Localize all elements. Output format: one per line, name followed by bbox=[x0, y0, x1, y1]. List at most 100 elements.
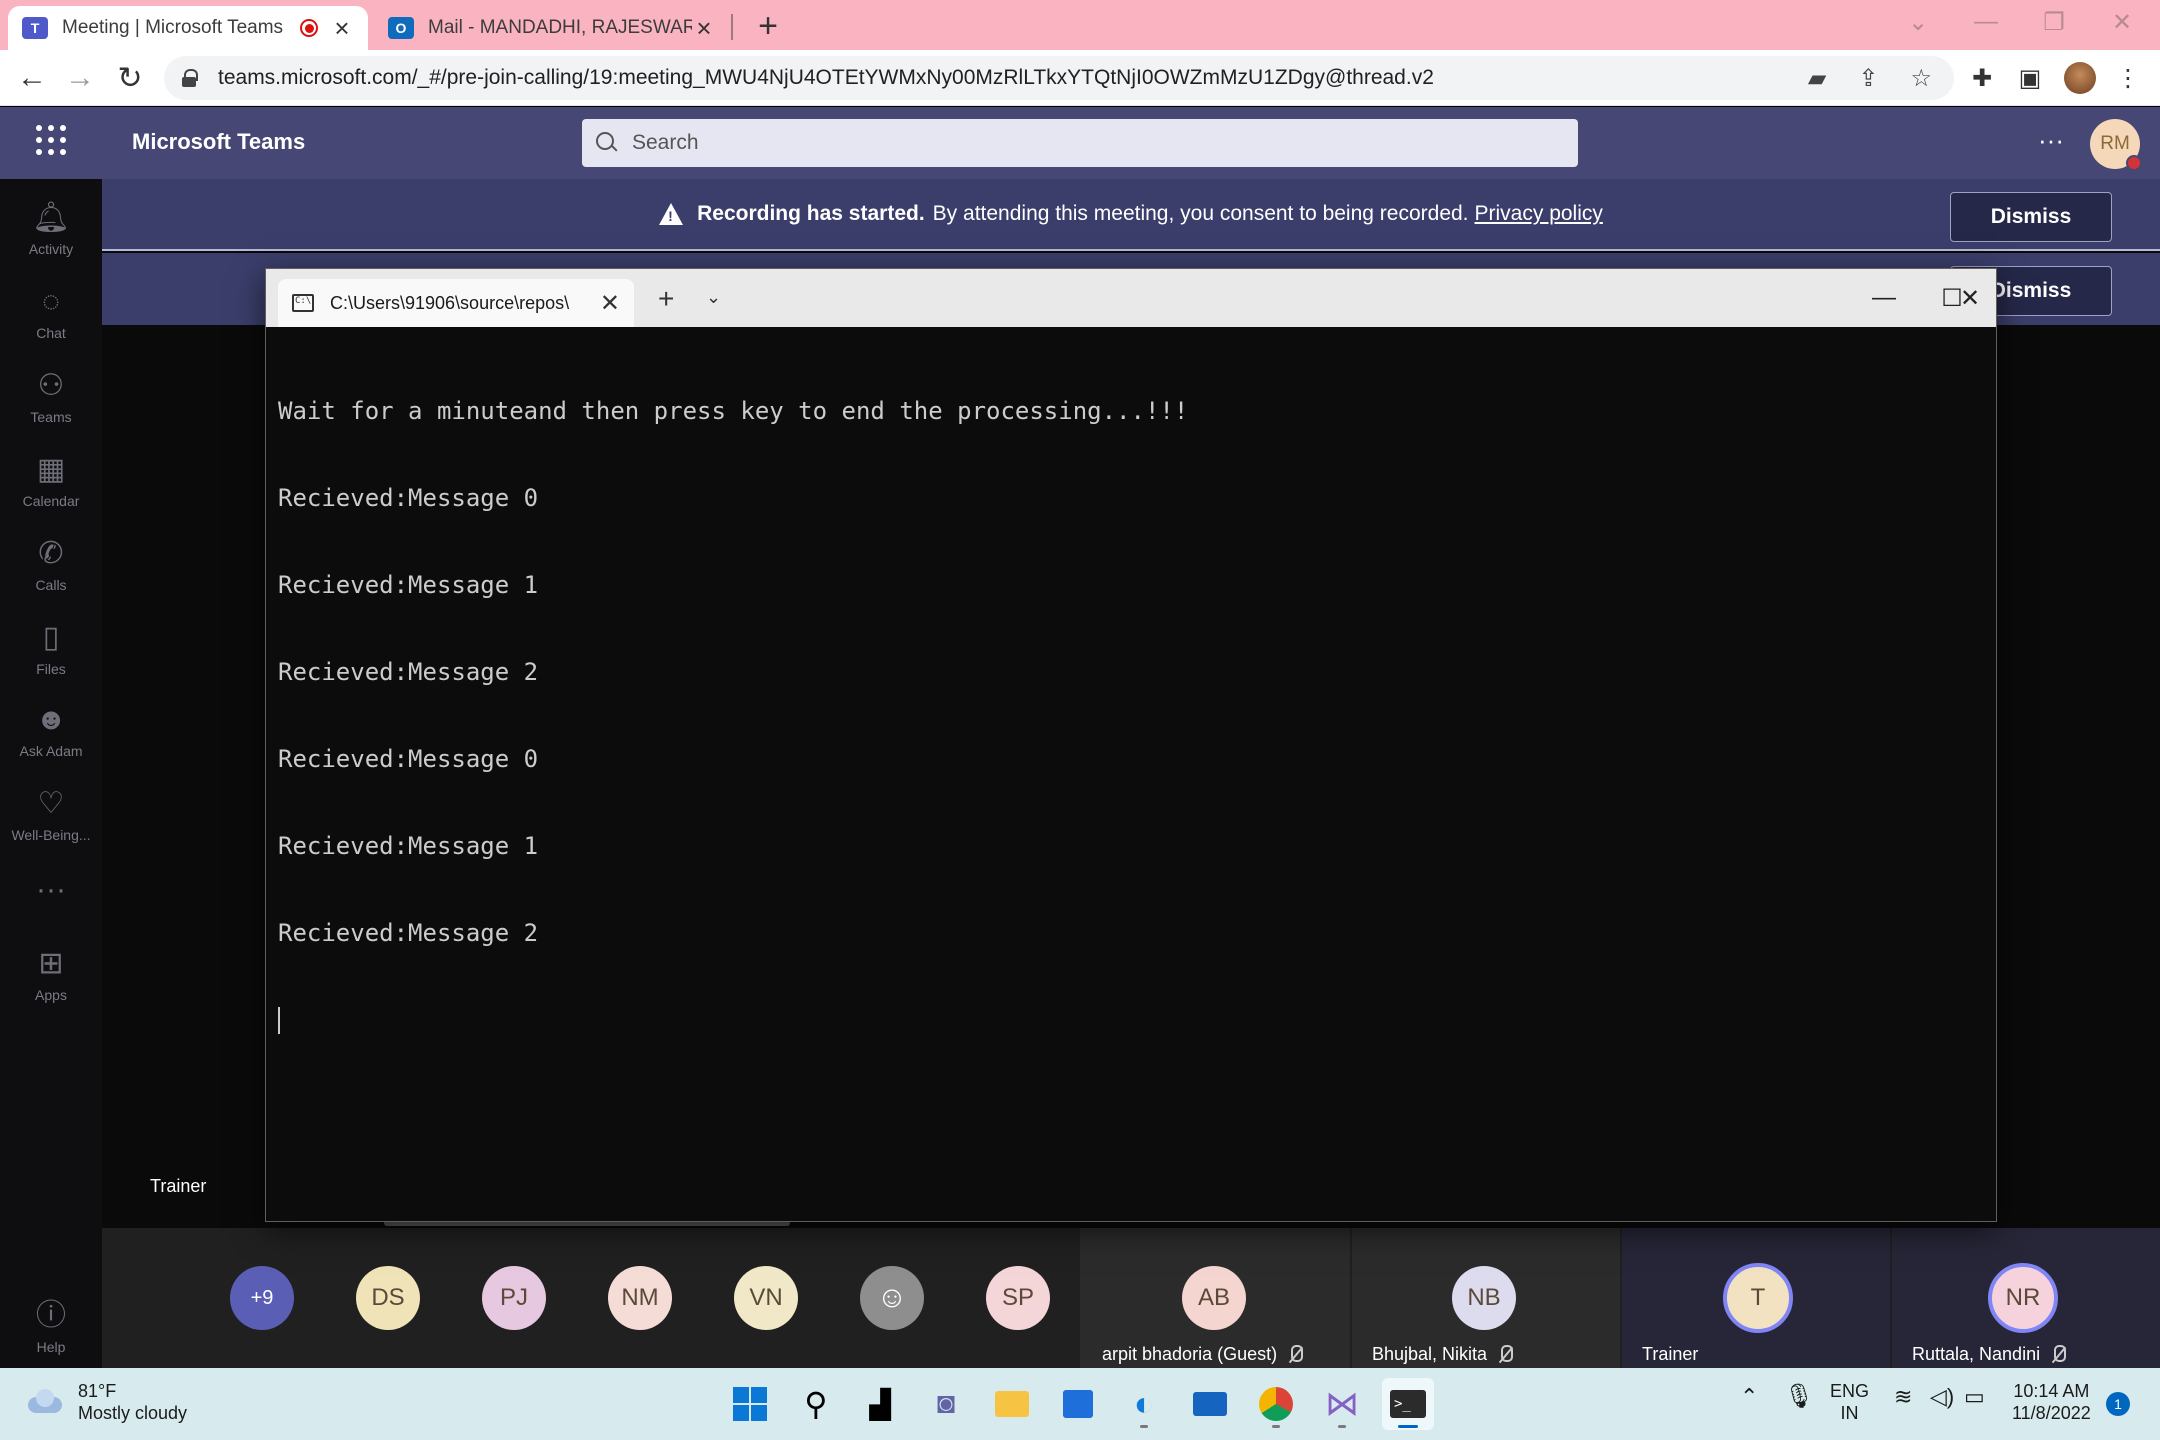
new-terminal-tab-button[interactable]: + bbox=[658, 283, 674, 315]
wifi-icon[interactable]: ≋ bbox=[1894, 1386, 1912, 1408]
mic-off-icon bbox=[1497, 1344, 1514, 1365]
terminal-taskbar-button[interactable]: >_ bbox=[1382, 1378, 1434, 1430]
profile-avatar[interactable] bbox=[2064, 62, 2096, 94]
running-indicator bbox=[1140, 1425, 1148, 1428]
rail-item-chat[interactable]: ◌ Chat bbox=[0, 273, 102, 353]
teams-chat-button[interactable]: ◙ bbox=[920, 1378, 972, 1430]
close-terminal-tab-icon[interactable]: ✕ bbox=[600, 289, 620, 318]
terminal-close-button[interactable]: ✕ bbox=[1950, 281, 1990, 315]
rail-item-well-being[interactable]: ♡ Well-Being... bbox=[0, 775, 102, 855]
participant-avatar[interactable]: NM bbox=[608, 1266, 672, 1330]
more-horizontal-icon: ··· bbox=[36, 873, 66, 906]
volume-icon[interactable]: ◁) bbox=[1930, 1386, 1954, 1408]
participant-avatar[interactable]: VN bbox=[734, 1266, 798, 1330]
address-bar[interactable]: teams.microsoft.com/_#/pre-join-calling/… bbox=[164, 56, 1954, 100]
mic-off-icon bbox=[2050, 1344, 2067, 1365]
terminal-icon: >_ bbox=[1390, 1390, 1426, 1418]
language-indicator[interactable]: ENG IN bbox=[1830, 1380, 1869, 1424]
app-name: Microsoft Teams bbox=[132, 129, 306, 154]
new-tab-button[interactable]: + bbox=[748, 6, 788, 46]
chevron-down-icon[interactable]: ⌄ bbox=[706, 287, 721, 308]
reload-icon[interactable]: ↻ bbox=[108, 56, 152, 100]
search-input[interactable] bbox=[632, 131, 1532, 155]
more-options-icon[interactable]: ··· bbox=[2038, 125, 2064, 156]
dismiss-button[interactable]: Dismiss bbox=[1950, 192, 2112, 242]
visual-studio-button[interactable]: ⋈ bbox=[1316, 1378, 1368, 1430]
share-icon[interactable]: ⇪ bbox=[1858, 64, 1878, 93]
tab-outlook-mail[interactable]: O Mail - MANDADHI, RAJESWARI - × bbox=[374, 6, 730, 50]
battery-icon[interactable]: ▭ bbox=[1964, 1386, 1985, 1408]
url-text[interactable]: teams.microsoft.com/_#/pre-join-calling/… bbox=[218, 66, 1808, 90]
store-button[interactable] bbox=[1052, 1378, 1104, 1430]
name-text: Trainer bbox=[1642, 1344, 1699, 1364]
terminal-titlebar[interactable]: C:\Users\91906\source\repos\ ✕ + ⌄ — ☐ ✕ bbox=[266, 269, 1996, 327]
chrome-button[interactable] bbox=[1250, 1378, 1302, 1430]
browser-menu-icon[interactable]: ⋮ bbox=[2108, 58, 2148, 98]
lock-icon[interactable] bbox=[182, 69, 198, 87]
rail-item-calendar[interactable]: ▦ Calendar bbox=[0, 441, 102, 521]
participant-avatar-default[interactable]: ☺ bbox=[860, 1266, 924, 1330]
battery-charging-icon: ▭ bbox=[1964, 1384, 1985, 1409]
terminal-minimize-button[interactable]: — bbox=[1864, 281, 1904, 315]
tab-search-icon[interactable]: ⌄ bbox=[1884, 0, 1952, 44]
visual-studio-icon: ⋈ bbox=[1325, 1385, 1359, 1423]
notification-badge[interactable]: 1 bbox=[2106, 1392, 2130, 1416]
participant-avatar[interactable]: SP bbox=[986, 1266, 1050, 1330]
file-explorer-button[interactable] bbox=[986, 1378, 1038, 1430]
rail-item-apps[interactable]: ⊞ Apps bbox=[0, 935, 102, 1015]
participant-avatar[interactable]: PJ bbox=[482, 1266, 546, 1330]
rail-label: Apps bbox=[35, 987, 67, 1003]
restore-button[interactable]: ❐ bbox=[2020, 0, 2088, 44]
weather-widget[interactable]: 81°F Mostly cloudy bbox=[24, 1380, 187, 1424]
rail-item-help[interactable]: ⓘ Help bbox=[0, 1287, 102, 1367]
start-button[interactable] bbox=[724, 1378, 776, 1430]
edge-button[interactable]: ◐ bbox=[1118, 1378, 1170, 1430]
minimize-button[interactable]: — bbox=[1952, 0, 2020, 44]
rail-item-teams[interactable]: ⚇ Teams bbox=[0, 357, 102, 437]
phone-icon: ✆ bbox=[38, 537, 64, 570]
clock[interactable]: 10:14 AM 11/8/2022 bbox=[2012, 1380, 2091, 1424]
terminal-output[interactable]: Wait for a minuteand then press key to e… bbox=[278, 339, 1984, 1221]
participant-name: Trainer bbox=[1642, 1344, 1698, 1365]
rail-item-ask-adam[interactable]: ☻ Ask Adam bbox=[0, 691, 102, 771]
more-apps-button[interactable]: ··· bbox=[0, 851, 102, 931]
close-tab-icon[interactable]: × bbox=[692, 15, 716, 41]
microphone-icon[interactable]: 🎙︎ bbox=[1784, 1385, 1814, 1409]
chrome-icon bbox=[1259, 1387, 1293, 1421]
user-initials: RM bbox=[2100, 133, 2130, 154]
rail-item-activity[interactable]: 🔔︎ Activity bbox=[0, 189, 102, 269]
terminal-line: Recieved:Message 0 bbox=[278, 745, 539, 773]
rail-label: Help bbox=[36, 1339, 66, 1355]
side-panel-icon[interactable]: ▣ bbox=[2010, 58, 2050, 98]
search-icon: ⚲ bbox=[804, 1386, 828, 1422]
mail-button[interactable] bbox=[1184, 1378, 1236, 1430]
tab-teams-meeting[interactable]: T Meeting | Microsoft Teams × bbox=[8, 6, 368, 50]
overflow-participants-button[interactable]: +9 bbox=[230, 1266, 294, 1330]
file-icon: ▯ bbox=[42, 621, 60, 654]
terminal-window[interactable]: C:\Users\91906\source\repos\ ✕ + ⌄ — ☐ ✕… bbox=[265, 268, 1997, 1222]
rail-label: Calendar bbox=[22, 493, 80, 509]
forward-arrow-icon[interactable]: → bbox=[58, 56, 102, 100]
participant-name: Bhujbal, Nikita bbox=[1372, 1344, 1514, 1365]
extensions-puzzle-icon[interactable]: ✚ bbox=[1962, 58, 2002, 98]
app-launcher-icon[interactable] bbox=[36, 125, 66, 155]
participant-avatar[interactable]: DS bbox=[356, 1266, 420, 1330]
warning-icon bbox=[659, 203, 684, 225]
task-view-button[interactable]: ▟ bbox=[854, 1378, 906, 1430]
running-indicator bbox=[1272, 1425, 1280, 1428]
camera-icon[interactable]: ▰ bbox=[1808, 64, 1826, 93]
rail-item-calls[interactable]: ✆ Calls bbox=[0, 525, 102, 605]
search-bar[interactable] bbox=[582, 119, 1578, 167]
windows-taskbar: 81°F Mostly cloudy ⚲ ▟ ◙ ◐ ⋈ >_ ⌃ 🎙︎ ENG… bbox=[0, 1368, 2160, 1440]
bookmark-star-icon[interactable]: ☆ bbox=[1910, 64, 1932, 93]
user-avatar[interactable]: RM bbox=[2090, 119, 2142, 171]
terminal-line: Wait for a minuteand then press key to e… bbox=[278, 397, 1189, 425]
privacy-policy-link[interactable]: Privacy policy bbox=[1475, 202, 1603, 226]
rail-item-files[interactable]: ▯ Files bbox=[0, 609, 102, 689]
close-window-button[interactable]: ✕ bbox=[2088, 0, 2156, 44]
show-hidden-icons-button[interactable]: ⌃ bbox=[1740, 1386, 1758, 1408]
close-tab-icon[interactable]: × bbox=[330, 15, 354, 41]
terminal-tab[interactable]: C:\Users\91906\source\repos\ ✕ bbox=[278, 279, 634, 327]
search-taskbar-button[interactable]: ⚲ bbox=[790, 1378, 842, 1430]
back-arrow-icon[interactable]: ← bbox=[10, 56, 54, 100]
